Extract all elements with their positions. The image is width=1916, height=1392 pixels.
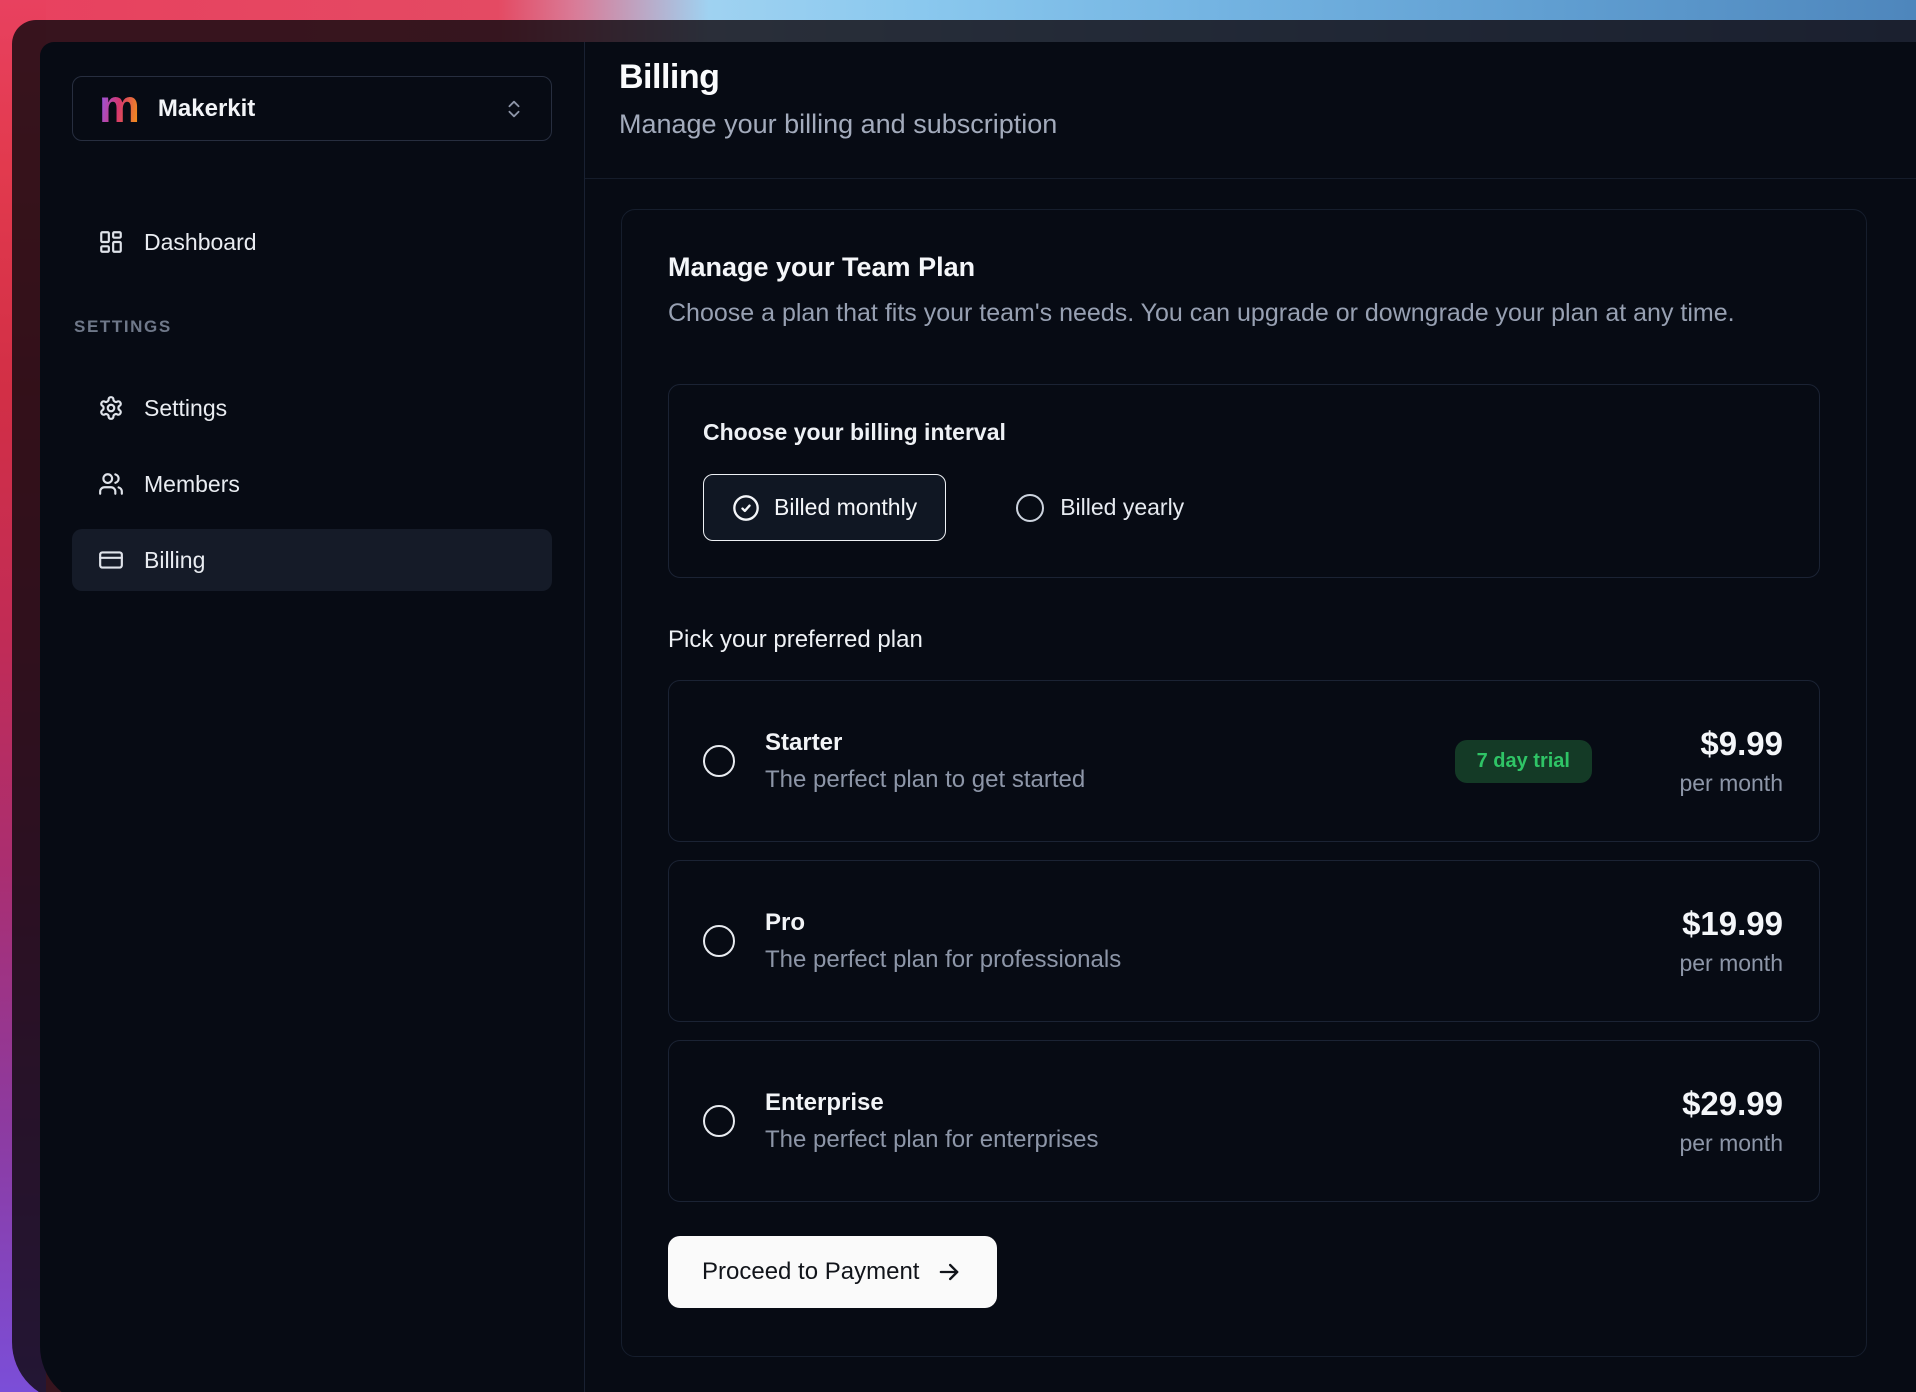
sidebar-item-dashboard[interactable]: Dashboard — [72, 211, 552, 273]
billing-interval-label: Choose your billing interval — [703, 419, 1785, 446]
plan-description: The perfect plan for professionals — [765, 946, 1121, 974]
page-header: Billing Manage your billing and subscrip… — [585, 42, 1916, 179]
users-icon — [98, 471, 124, 497]
plan-name: Pro — [765, 909, 1121, 937]
plan-radio-enterprise[interactable] — [703, 1105, 735, 1137]
proceed-to-payment-button[interactable]: Proceed to Payment — [668, 1236, 997, 1308]
credit-card-icon — [98, 547, 124, 573]
team-plan-card: Manage your Team Plan Choose a plan that… — [621, 209, 1867, 1357]
sidebar: m Makerkit Dashboard SETTINGS Settings — [40, 42, 585, 1392]
plan-price-block: $19.99 per month — [1648, 905, 1783, 977]
sidebar-item-label: Dashboard — [144, 229, 257, 256]
plan-info: Enterprise The perfect plan for enterpri… — [765, 1089, 1099, 1154]
arrow-right-icon — [935, 1258, 963, 1286]
plan-info: Starter The perfect plan to get started — [765, 729, 1085, 794]
plan-period: per month — [1648, 770, 1783, 797]
page-body: Manage your Team Plan Choose a plan that… — [585, 179, 1916, 1357]
plan-period: per month — [1648, 1130, 1783, 1157]
plan-price-block: $29.99 per month — [1648, 1085, 1783, 1157]
plan-radio-starter[interactable] — [703, 745, 735, 777]
plan-price: $29.99 — [1648, 1085, 1783, 1123]
sidebar-item-label: Members — [144, 471, 240, 498]
plan-row-enterprise[interactable]: Enterprise The perfect plan for enterpri… — [668, 1040, 1820, 1202]
main-content: Billing Manage your billing and subscrip… — [585, 42, 1916, 1392]
sidebar-item-members[interactable]: Members — [72, 453, 552, 515]
check-circle-icon — [732, 494, 760, 522]
billed-monthly-label: Billed monthly — [774, 494, 917, 521]
pick-plan-label: Pick your preferred plan — [668, 626, 1820, 654]
plan-info: Pro The perfect plan for professionals — [765, 909, 1121, 974]
sidebar-nav: Dashboard SETTINGS Settings Members — [72, 211, 552, 591]
proceed-to-payment-label: Proceed to Payment — [702, 1258, 919, 1286]
sidebar-item-label: Settings — [144, 395, 227, 422]
gear-icon — [98, 395, 124, 421]
chevrons-up-down-icon — [503, 98, 525, 120]
radio-circle-icon — [1016, 494, 1044, 522]
plan-row-pro[interactable]: Pro The perfect plan for professionals $… — [668, 860, 1820, 1022]
plans-list: Starter The perfect plan to get started … — [668, 680, 1820, 1202]
plan-row-starter[interactable]: Starter The perfect plan to get started … — [668, 680, 1820, 842]
sidebar-item-billing[interactable]: Billing — [72, 529, 552, 591]
plan-period: per month — [1648, 950, 1783, 977]
billed-yearly-option[interactable]: Billed yearly — [1016, 494, 1184, 522]
plan-price: $19.99 — [1648, 905, 1783, 943]
plan-description: The perfect plan for enterprises — [765, 1126, 1099, 1154]
sidebar-section-settings: SETTINGS — [72, 317, 552, 337]
plan-name: Starter — [765, 729, 1085, 757]
plan-radio-pro[interactable] — [703, 925, 735, 957]
dashboard-icon — [98, 229, 124, 255]
plan-price-block: $9.99 per month — [1648, 725, 1783, 797]
makerkit-logo-icon: m — [99, 83, 140, 129]
workspace-selector[interactable]: m Makerkit — [72, 76, 552, 141]
billing-interval-box: Choose your billing interval Billed mont… — [668, 384, 1820, 578]
sidebar-item-label: Billing — [144, 547, 205, 574]
plan-description: The perfect plan to get started — [765, 766, 1085, 794]
sidebar-item-settings[interactable]: Settings — [72, 377, 552, 439]
page-subtitle: Manage your billing and subscription — [619, 109, 1916, 140]
page-title: Billing — [619, 58, 1916, 97]
app-window: m Makerkit Dashboard SETTINGS Settings — [40, 42, 1916, 1392]
plan-price: $9.99 — [1648, 725, 1783, 763]
workspace-name: Makerkit — [158, 95, 255, 123]
sidebar-settings-group: Settings Members Billing — [72, 377, 552, 591]
plan-name: Enterprise — [765, 1089, 1099, 1117]
billing-interval-options: Billed monthly Billed yearly — [703, 474, 1785, 541]
team-plan-title: Manage your Team Plan — [668, 252, 1820, 283]
billed-monthly-option[interactable]: Billed monthly — [703, 474, 946, 541]
team-plan-description: Choose a plan that fits your team's need… — [668, 299, 1820, 328]
trial-badge: 7 day trial — [1455, 740, 1592, 783]
billed-yearly-label: Billed yearly — [1060, 494, 1184, 521]
